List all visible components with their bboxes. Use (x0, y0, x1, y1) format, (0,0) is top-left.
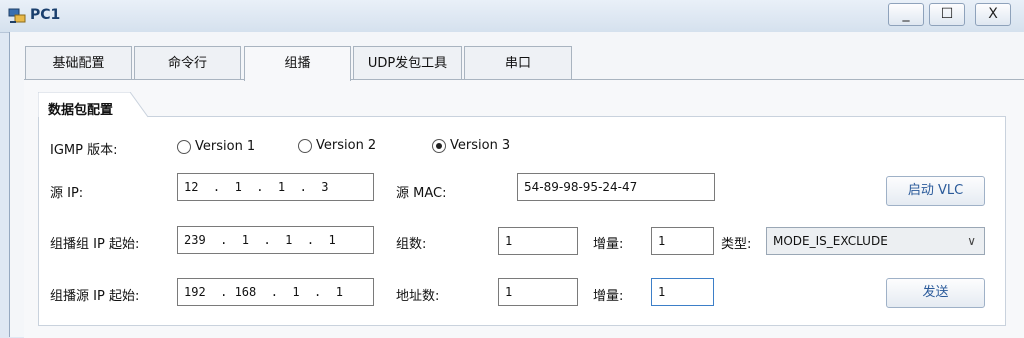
group-count-field[interactable]: 1 (498, 227, 578, 255)
group-ip-start-label: 组播组 IP 起始: (50, 237, 140, 252)
tab-udp-tool[interactable]: UDP发包工具 (353, 46, 462, 79)
chevron-down-icon[interactable]: ∨ (967, 228, 976, 254)
address-increment-label: 增量: (593, 289, 624, 304)
source-ip-label: 源 IP: (50, 186, 84, 201)
igmp-v1-radio[interactable] (177, 140, 191, 154)
close-button[interactable]: X (975, 3, 1011, 26)
igmp-v2-label[interactable]: Version 2 (316, 138, 376, 153)
title-bar: PC1 _ ☐ X (0, 0, 1024, 33)
group-title: 数据包配置 (48, 103, 114, 118)
group-increment-field[interactable]: 1 (651, 227, 714, 255)
address-count-label: 地址数: (396, 289, 440, 304)
source-ip-start-label: 组播源 IP 起始: (50, 289, 140, 304)
igmp-v2-radio[interactable] (298, 139, 312, 153)
window-title: PC1 (30, 7, 61, 23)
igmp-version-label: IGMP 版本: (50, 143, 118, 158)
address-increment-field[interactable]: 1 (651, 278, 714, 306)
tab-serial[interactable]: 串口 (464, 46, 572, 79)
igmp-v1-label[interactable]: Version 1 (195, 139, 255, 154)
group-count-label: 组数: (396, 237, 427, 252)
tab-basic-config[interactable]: 基础配置 (25, 46, 132, 79)
tab-command-line[interactable]: 命令行 (134, 46, 241, 79)
group-ip-start-field[interactable]: 239 . 1 . 1 . 1 (177, 226, 374, 254)
address-count-field[interactable]: 1 (498, 278, 578, 306)
minimize-button[interactable]: _ (888, 3, 924, 26)
source-mac-field[interactable]: 54-89-98-95-24-47 (517, 173, 715, 201)
start-vlc-button[interactable]: 启动 VLC (886, 176, 985, 206)
source-ip-field[interactable]: 12 . 1 . 1 . 3 (177, 173, 374, 201)
send-button[interactable]: 发送 (886, 278, 985, 308)
source-mac-label: 源 MAC: (396, 186, 447, 201)
igmp-v3-radio[interactable] (432, 139, 446, 153)
igmp-v3-label[interactable]: Version 3 (450, 138, 510, 153)
type-label: 类型: (721, 237, 752, 252)
maximize-button[interactable]: ☐ (929, 3, 965, 26)
source-ip-start-field[interactable]: 192 . 168 . 1 . 1 (177, 278, 374, 306)
type-select-value: MODE_IS_EXCLUDE (773, 234, 888, 248)
pc-app-icon (8, 8, 26, 23)
tab-multicast[interactable]: 组播 (244, 46, 351, 81)
type-select[interactable]: MODE_IS_EXCLUDE ∨ (766, 227, 985, 255)
group-increment-label: 增量: (593, 237, 624, 252)
